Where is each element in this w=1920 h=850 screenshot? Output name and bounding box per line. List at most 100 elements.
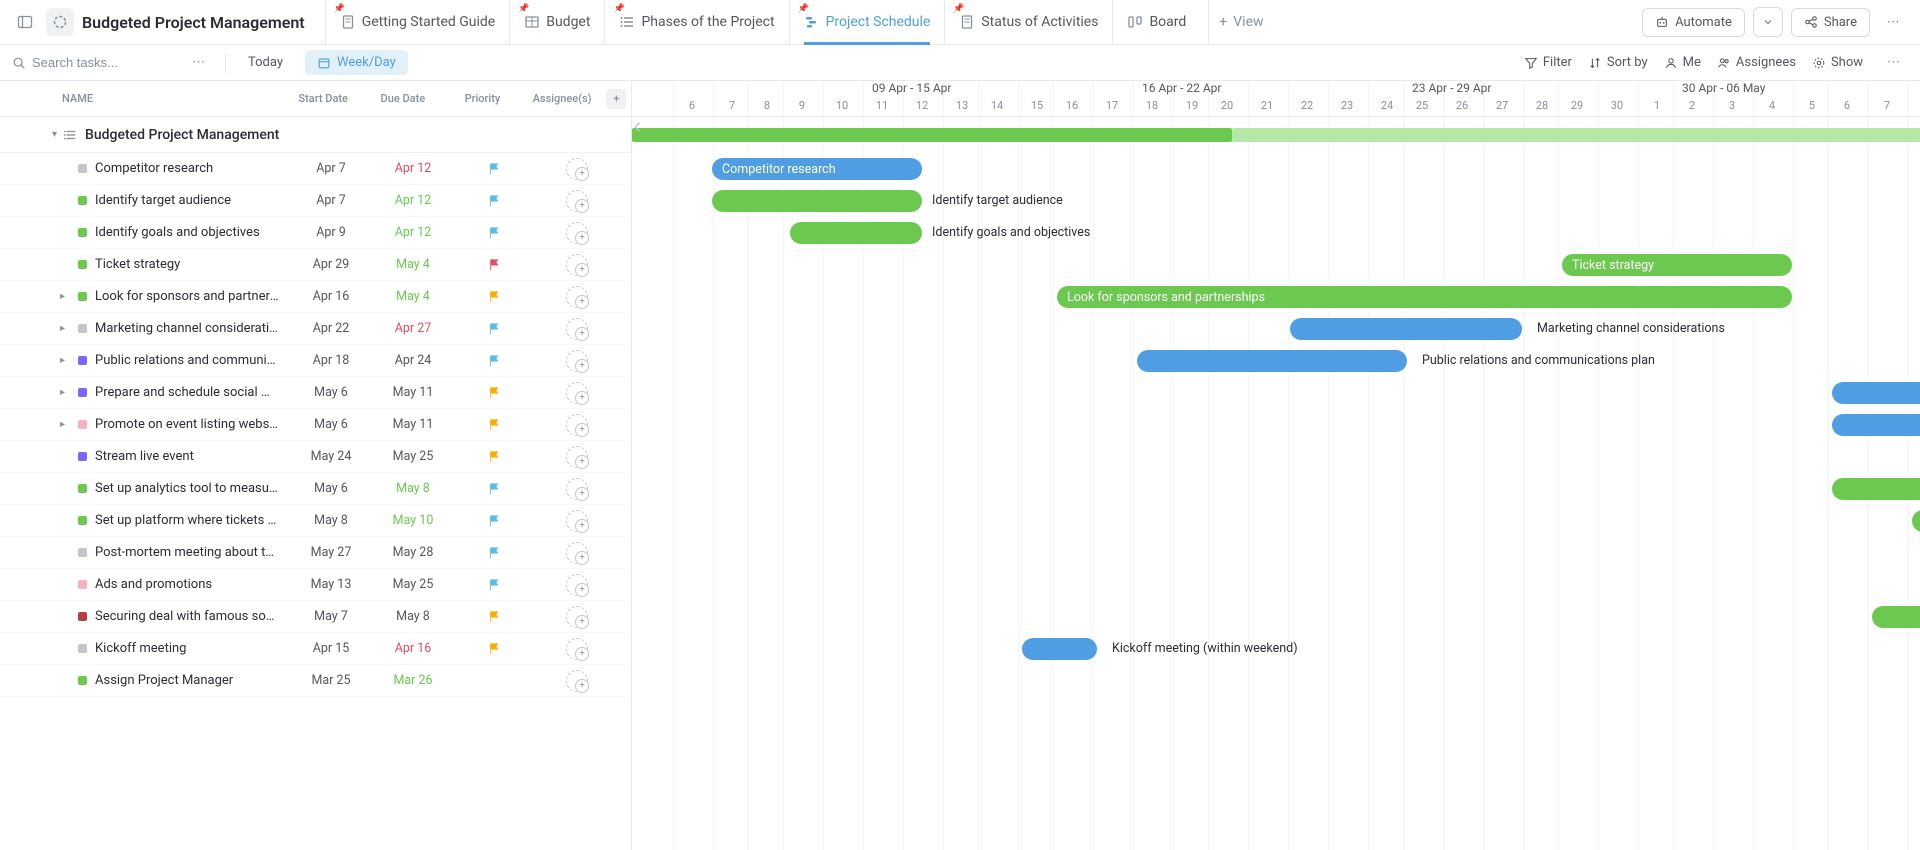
share-button[interactable]: Share bbox=[1791, 8, 1870, 37]
status-dot[interactable] bbox=[78, 420, 87, 429]
tab-project-schedule[interactable]: 📌Project Schedule bbox=[789, 0, 945, 45]
caret-right-icon[interactable]: ▸ bbox=[60, 291, 70, 302]
gantt-bar[interactable] bbox=[1137, 350, 1407, 372]
assignee-cell[interactable] bbox=[536, 574, 618, 596]
due-date-cell[interactable]: May 25 bbox=[372, 449, 454, 464]
weekday-toggle[interactable]: Week/Day bbox=[305, 50, 408, 75]
group-header-row[interactable]: ▾ Budgeted Project Management bbox=[0, 117, 631, 153]
task-row[interactable]: ▸Post-mortem meeting about the...May 27M… bbox=[0, 537, 631, 569]
assignee-cell[interactable] bbox=[536, 222, 618, 244]
due-date-cell[interactable]: May 28 bbox=[372, 545, 454, 560]
start-date-cell[interactable]: Apr 18 bbox=[290, 353, 372, 368]
gantt-bar[interactable] bbox=[1022, 638, 1097, 660]
due-date-cell[interactable]: May 4 bbox=[372, 289, 454, 304]
tab-getting-started-guide[interactable]: 📌Getting Started Guide bbox=[325, 0, 510, 45]
task-row[interactable]: ▸Identify goals and objectivesApr 9Apr 1… bbox=[0, 217, 631, 249]
due-date-cell[interactable]: May 25 bbox=[372, 577, 454, 592]
status-dot[interactable] bbox=[78, 324, 87, 333]
assignee-cell[interactable] bbox=[536, 158, 618, 180]
avatar-add-button[interactable] bbox=[566, 446, 588, 468]
tab-budget[interactable]: 📌Budget bbox=[509, 0, 604, 45]
avatar-add-button[interactable] bbox=[566, 254, 588, 276]
task-row[interactable]: ▸Kickoff meetingApr 15Apr 16 bbox=[0, 633, 631, 665]
toolbar-more-button[interactable]: ⋯ bbox=[1879, 55, 1908, 70]
assignee-cell[interactable] bbox=[536, 478, 618, 500]
task-row[interactable]: ▸Ticket strategyApr 29May 4 bbox=[0, 249, 631, 281]
due-date-cell[interactable]: Apr 12 bbox=[372, 193, 454, 208]
gantt-bar[interactable] bbox=[1832, 382, 1920, 404]
assignees-button[interactable]: Assignees bbox=[1717, 55, 1796, 70]
me-button[interactable]: Me bbox=[1664, 55, 1701, 70]
due-date-cell[interactable]: May 8 bbox=[372, 609, 454, 624]
status-dot[interactable] bbox=[78, 164, 87, 173]
caret-right-icon[interactable]: ▸ bbox=[60, 419, 70, 430]
due-date-cell[interactable]: Mar 26 bbox=[372, 673, 454, 688]
task-row[interactable]: ▸Identify target audienceApr 7Apr 12 bbox=[0, 185, 631, 217]
task-row[interactable]: ▸Marketing channel considerationsApr 22A… bbox=[0, 313, 631, 345]
collapse-handle[interactable] bbox=[632, 117, 647, 137]
start-date-cell[interactable]: May 27 bbox=[290, 545, 372, 560]
col-header-priority[interactable]: Priority bbox=[443, 92, 523, 105]
gantt-bar[interactable] bbox=[1832, 414, 1920, 436]
task-row[interactable]: ▸Public relations and communica...Apr 18… bbox=[0, 345, 631, 377]
avatar-add-button[interactable] bbox=[566, 350, 588, 372]
gantt-panel[interactable]: 09 Apr - 15 Apr16 Apr - 22 Apr23 Apr - 2… bbox=[632, 81, 1920, 850]
assignee-cell[interactable] bbox=[536, 542, 618, 564]
assignee-cell[interactable] bbox=[536, 670, 618, 692]
assignee-cell[interactable] bbox=[536, 510, 618, 532]
assignee-cell[interactable] bbox=[536, 446, 618, 468]
due-date-cell[interactable]: May 10 bbox=[372, 513, 454, 528]
due-date-cell[interactable]: Apr 16 bbox=[372, 641, 454, 656]
assignee-cell[interactable] bbox=[536, 350, 618, 372]
status-dot[interactable] bbox=[78, 228, 87, 237]
start-date-cell[interactable]: Apr 7 bbox=[290, 161, 372, 176]
sort-button[interactable]: Sort by bbox=[1588, 55, 1648, 70]
priority-cell[interactable] bbox=[454, 482, 536, 496]
start-date-cell[interactable]: Apr 15 bbox=[290, 641, 372, 656]
status-dot[interactable] bbox=[78, 516, 87, 525]
status-dot[interactable] bbox=[78, 196, 87, 205]
priority-cell[interactable] bbox=[454, 162, 536, 176]
avatar-add-button[interactable] bbox=[566, 222, 588, 244]
start-date-cell[interactable]: Apr 7 bbox=[290, 193, 372, 208]
start-date-cell[interactable]: May 6 bbox=[290, 481, 372, 496]
status-dot[interactable] bbox=[78, 676, 87, 685]
caret-right-icon[interactable]: ▸ bbox=[60, 323, 70, 334]
priority-cell[interactable] bbox=[454, 322, 536, 336]
due-date-cell[interactable]: May 11 bbox=[372, 417, 454, 432]
task-row[interactable]: ▸Set up analytics tool to measure...May … bbox=[0, 473, 631, 505]
assignee-cell[interactable] bbox=[536, 254, 618, 276]
task-row[interactable]: ▸Securing deal with famous socia...May 7… bbox=[0, 601, 631, 633]
avatar-add-button[interactable] bbox=[566, 414, 588, 436]
filter-button[interactable]: Filter bbox=[1524, 55, 1572, 70]
automate-dropdown-button[interactable] bbox=[1753, 7, 1783, 37]
priority-cell[interactable] bbox=[454, 610, 536, 624]
search-more-button[interactable]: ⋯ bbox=[184, 55, 213, 70]
priority-cell[interactable] bbox=[454, 578, 536, 592]
caret-down-icon[interactable]: ▾ bbox=[52, 129, 57, 140]
assignee-cell[interactable] bbox=[536, 382, 618, 404]
start-date-cell[interactable]: Mar 25 bbox=[290, 673, 372, 688]
start-date-cell[interactable]: May 7 bbox=[290, 609, 372, 624]
avatar-add-button[interactable] bbox=[566, 574, 588, 596]
col-header-start[interactable]: Start Date bbox=[283, 92, 363, 105]
avatar-add-button[interactable] bbox=[566, 382, 588, 404]
priority-cell[interactable] bbox=[454, 642, 536, 656]
due-date-cell[interactable]: May 11 bbox=[372, 385, 454, 400]
assignee-cell[interactable] bbox=[536, 638, 618, 660]
start-date-cell[interactable]: May 6 bbox=[290, 417, 372, 432]
start-date-cell[interactable]: Apr 16 bbox=[290, 289, 372, 304]
gantt-bar[interactable] bbox=[1832, 478, 1920, 500]
due-date-cell[interactable]: Apr 27 bbox=[372, 321, 454, 336]
avatar-add-button[interactable] bbox=[566, 478, 588, 500]
task-row[interactable]: ▸Promote on event listing websitesMay 6M… bbox=[0, 409, 631, 441]
automate-button[interactable]: Automate bbox=[1642, 8, 1745, 37]
task-row[interactable]: ▸Look for sponsors and partners...Apr 16… bbox=[0, 281, 631, 313]
show-button[interactable]: Show bbox=[1812, 55, 1863, 70]
assignee-cell[interactable] bbox=[536, 318, 618, 340]
status-dot[interactable] bbox=[78, 548, 87, 557]
group-progress-bar[interactable] bbox=[632, 128, 1232, 142]
assignee-cell[interactable] bbox=[536, 606, 618, 628]
avatar-add-button[interactable] bbox=[566, 318, 588, 340]
due-date-cell[interactable]: May 4 bbox=[372, 257, 454, 272]
